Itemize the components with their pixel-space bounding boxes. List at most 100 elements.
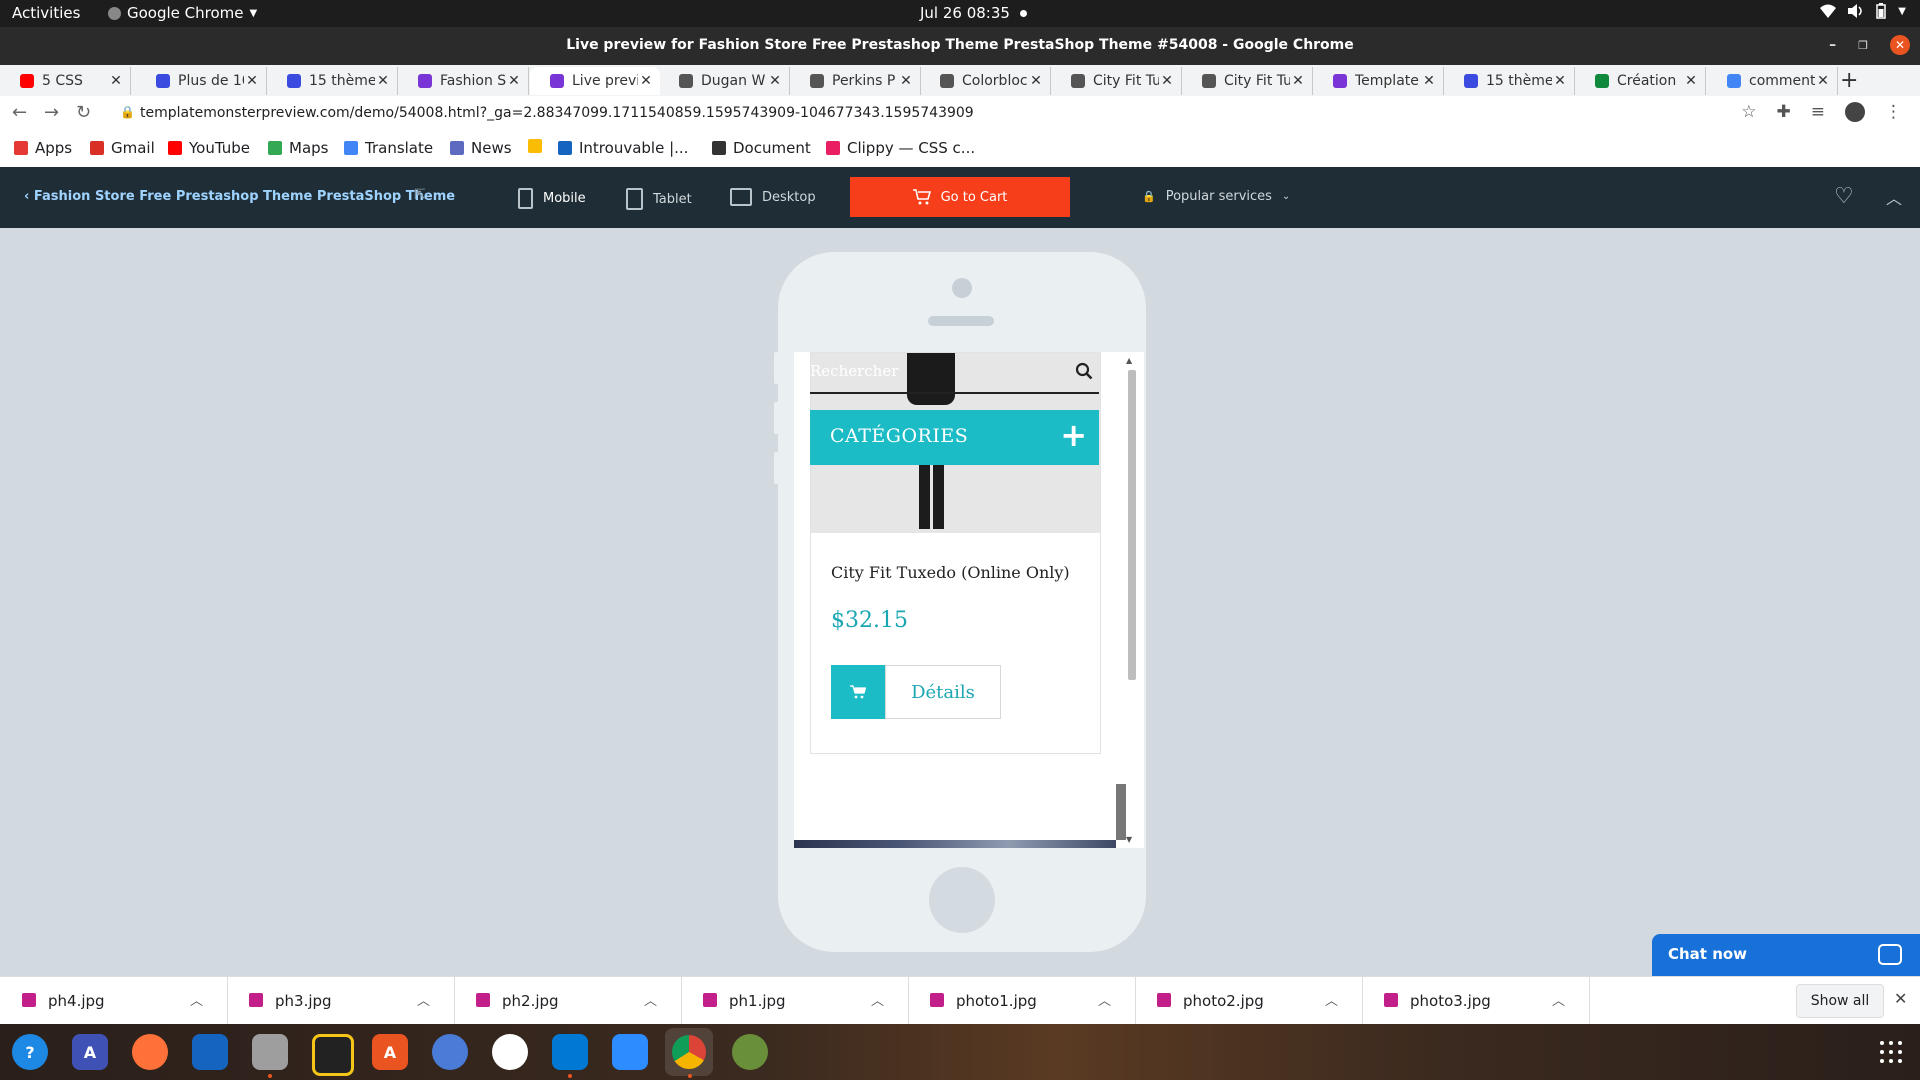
bookmark-item[interactable] [528,139,542,153]
extensions-puzzle-icon[interactable]: ✚ [1777,102,1791,122]
firefox-icon[interactable] [132,1034,168,1070]
tab[interactable]: City Fit Tu ✕ [1051,67,1182,95]
search-field[interactable]: Rechercher [810,352,1099,394]
tab[interactable]: 15 thèmes✕ [1444,67,1575,95]
reload-icon[interactable]: ↻ [76,102,91,123]
bookmark-item[interactable]: News [450,139,512,157]
chevron-up-icon[interactable]: ︿ [1325,990,1338,1009]
tab[interactable]: Colorbloc ✕ [920,67,1051,95]
kebab-menu-icon[interactable]: ⋮ [1885,102,1902,122]
status-area[interactable]: ▼ [1820,3,1906,19]
app-menu[interactable]: Google Chrome ▼ [108,4,257,22]
slack-icon[interactable] [492,1034,528,1070]
chevron-up-icon[interactable]: ︿ [644,990,657,1009]
rhythmbox-icon[interactable] [312,1034,354,1076]
close-tab-icon[interactable]: ✕ [1421,73,1437,89]
media-control-icon[interactable]: ≡ [1811,102,1825,122]
tab[interactable]: Création ✕ [1575,67,1706,95]
activities-button[interactable]: Activities [12,4,80,22]
bookmark-item[interactable]: Translate [344,139,433,157]
tab[interactable]: comment ✕ [1707,67,1838,95]
close-tab-icon[interactable]: ✕ [244,73,260,89]
tab[interactable]: Fashion S ✕ [398,67,529,95]
close-tab-icon[interactable]: ✕ [898,73,914,89]
scrollbar-thumb[interactable] [1128,370,1136,680]
download-item[interactable]: ph1.jpg ︿ [681,977,909,1025]
close-tab-icon[interactable]: ✕ [1683,73,1699,89]
bookmark-item[interactable]: Introuvable |... [558,139,688,157]
new-tab-icon[interactable]: + [1840,68,1858,93]
go-to-cart-button[interactable]: Go to Cart [850,177,1070,217]
chevron-up-icon[interactable]: ︿ [1098,990,1111,1009]
close-downloads-icon[interactable]: ✕ [1894,989,1907,1008]
chevron-up-icon[interactable]: ︿ [190,990,203,1009]
clock[interactable]: Jul 26 08:35 [920,4,1027,22]
software-center-icon[interactable]: A [372,1034,408,1070]
vscode-icon[interactable] [552,1034,588,1070]
device-tablet-button[interactable]: Tablet [626,188,692,210]
tab[interactable]: City Fit Tu ✕ [1182,67,1313,95]
close-tab-icon[interactable]: ✕ [767,73,783,89]
address-bar-url[interactable]: templatemonsterpreview.com/demo/54008.ht… [140,105,974,121]
web-app-icon[interactable] [732,1034,768,1070]
add-to-cart-button[interactable] [831,665,885,719]
close-tab-icon[interactable]: ✕ [506,73,522,89]
files-icon[interactable] [252,1034,288,1070]
back-arrow-icon[interactable]: ← [12,102,27,123]
download-item[interactable]: ph3.jpg ︿ [227,977,455,1025]
chromium-icon[interactable] [432,1034,468,1070]
tab[interactable]: Perkins P ✕ [790,67,921,95]
chevron-up-icon[interactable]: ︿ [1886,185,1902,209]
close-tab-icon[interactable]: ✕ [1552,73,1568,89]
forward-arrow-icon[interactable]: → [44,102,59,123]
lock-icon[interactable]: 🔒 [120,105,135,119]
close-tab-icon[interactable]: ✕ [1159,73,1175,89]
chevron-up-icon[interactable]: ︿ [1552,990,1565,1009]
product-name[interactable]: City Fit Tuxedo (Online Only) [831,563,1070,582]
show-all-button[interactable]: Show all [1796,984,1884,1018]
close-tab-icon[interactable]: ✕ [108,73,124,89]
details-button[interactable]: Détails [885,665,1001,719]
bookmark-item[interactable]: Maps [268,139,328,157]
phone-screen[interactable]: City Fit Tuxedo (Online Only) $32.15 Dét… [794,352,1144,848]
chevron-up-icon[interactable]: ︿ [417,990,430,1009]
bookmark-item[interactable]: Document [712,139,811,157]
categories-bar[interactable]: CATÉGORIES + [810,410,1099,465]
close-tab-icon[interactable]: ✕ [1815,73,1831,89]
close-window-icon[interactable]: ✕ [1890,35,1910,55]
close-tab-icon[interactable]: ✕ [1290,73,1306,89]
tab[interactable]: Live previ ✕ [530,67,660,95]
zoom-icon[interactable] [612,1034,648,1070]
external-link-icon[interactable]: ⇱ [414,187,426,203]
star-icon[interactable]: ☆ [1741,102,1756,122]
download-item[interactable]: ph4.jpg ︿ [0,977,228,1025]
tab[interactable]: Dugan W ✕ [659,67,790,95]
device-desktop-button[interactable]: Desktop [730,188,816,206]
chrome-dock-icon[interactable] [665,1028,713,1076]
scroll-up-arrow-icon[interactable]: ▲ [1126,356,1132,365]
maximize-icon[interactable]: ❐ [1858,39,1868,52]
search-icon[interactable] [1075,362,1093,384]
bookmark-item[interactable]: YouTube [168,139,250,157]
plus-icon[interactable]: + [1060,416,1087,454]
scroll-down-arrow-icon[interactable]: ▼ [1126,835,1132,844]
close-tab-icon[interactable]: ✕ [375,73,391,89]
bookmark-item[interactable]: Apps [14,139,72,157]
minimize-icon[interactable]: – [1829,37,1836,53]
chat-now-widget[interactable]: Chat now [1652,934,1920,976]
show-applications-icon[interactable] [1880,1041,1902,1063]
bookmark-item[interactable]: Clippy — CSS c... [826,139,975,157]
back-to-theme-link[interactable]: ‹ Fashion Store Free Prestashop Theme Pr… [24,189,455,204]
close-tab-icon[interactable]: ✕ [1028,73,1044,89]
phone-scrollbar[interactable]: ▲ ▼ [1126,356,1136,844]
tab[interactable]: 5 CSS ✕ [0,67,131,95]
profile-avatar[interactable] [1845,102,1865,122]
tab[interactable]: Template ✕ [1313,67,1444,95]
thunderbird-icon[interactable] [192,1034,228,1070]
download-item[interactable]: photo1.jpg ︿ [908,977,1136,1025]
close-tab-icon[interactable]: ✕ [638,73,654,89]
help-icon[interactable]: ? [12,1034,48,1070]
chevron-up-icon[interactable]: ︿ [871,990,884,1009]
tab[interactable]: Plus de 10 ✕ [136,67,267,95]
download-item[interactable]: ph2.jpg ︿ [454,977,682,1025]
